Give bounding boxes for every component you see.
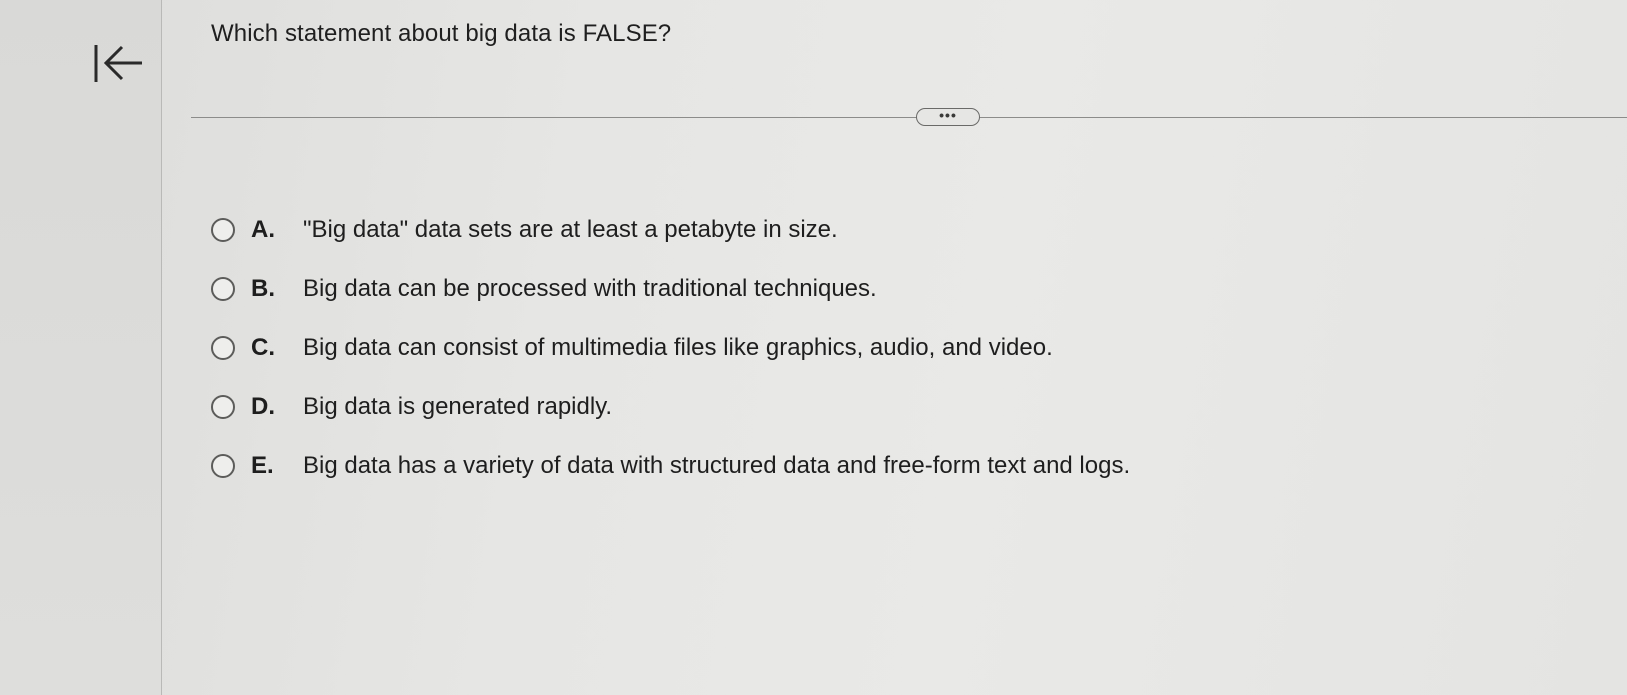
option-e[interactable]: E. Big data has a variety of data with s…	[211, 436, 1130, 495]
option-b[interactable]: B. Big data can be processed with tradit…	[211, 259, 1130, 318]
radio-button-a[interactable]	[211, 217, 235, 242]
option-a[interactable]: A. "Big data" data sets are at least a p…	[211, 200, 1130, 259]
option-c[interactable]: C. Big data can consist of multimedia fi…	[211, 318, 1130, 377]
ellipsis-icon: •••	[939, 106, 957, 123]
option-d[interactable]: D. Big data is generated rapidly.	[211, 377, 1130, 436]
arrow-left-to-bar-icon	[94, 45, 142, 82]
question-text: Which statement about big data is FALSE?	[211, 20, 672, 47]
option-text: Big data can consist of multimedia files…	[303, 333, 1053, 361]
option-text: Big data can be processed with tradition…	[303, 274, 877, 302]
option-text: "Big data" data sets are at least a peta…	[303, 215, 838, 243]
option-letter: A.	[251, 215, 275, 243]
back-button[interactable]	[92, 42, 152, 90]
divider	[191, 117, 1627, 118]
option-letter: E.	[251, 451, 274, 479]
radio-button-c[interactable]	[211, 335, 235, 360]
option-text: Big data has a variety of data with stru…	[303, 451, 1131, 479]
question-panel: Which statement about big data is FALSE?…	[161, 0, 1627, 695]
radio-button-b[interactable]	[211, 276, 235, 301]
radio-button-e[interactable]	[211, 453, 235, 478]
radio-button-d[interactable]	[211, 394, 235, 419]
option-letter: C.	[251, 333, 275, 361]
expand-more-button[interactable]: •••	[916, 108, 980, 126]
answer-options: A. "Big data" data sets are at least a p…	[211, 200, 1130, 495]
left-panel	[0, 0, 162, 695]
option-letter: B.	[251, 274, 275, 302]
option-letter: D.	[251, 392, 275, 420]
option-text: Big data is generated rapidly.	[303, 392, 613, 420]
